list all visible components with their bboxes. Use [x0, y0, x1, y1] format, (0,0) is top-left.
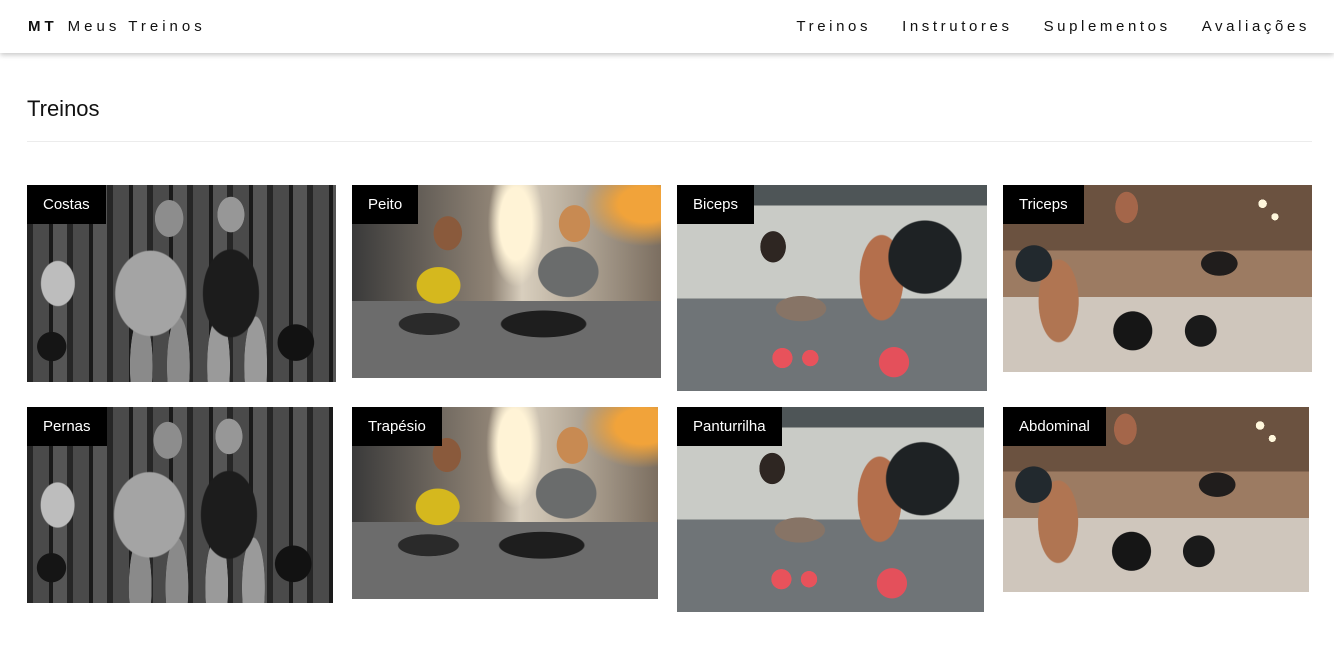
workout-card-trapesio[interactable]: Trapésio	[352, 407, 658, 599]
top-navbar: MT Meus Treinos Treinos Instrutores Supl…	[0, 0, 1334, 53]
nav-link-avaliacoes[interactable]: Avaliações	[1202, 18, 1310, 35]
card-label: Trapésio	[352, 407, 442, 446]
workout-card-panturrilha[interactable]: Panturrilha	[677, 407, 984, 612]
card-label: Biceps	[677, 185, 755, 224]
card-label: Triceps	[1003, 185, 1084, 224]
workout-card-abdominal[interactable]: Abdominal	[1003, 407, 1309, 592]
section-divider	[27, 141, 1312, 142]
workout-card-triceps[interactable]: Triceps	[1003, 185, 1312, 372]
section-title: Treinos	[27, 96, 100, 121]
nav-link-suplementos[interactable]: Suplementos	[1044, 18, 1171, 35]
nav-link-treinos[interactable]: Treinos	[796, 18, 871, 35]
brand-logo[interactable]: MT Meus Treinos	[28, 18, 206, 35]
card-label: Pernas	[27, 407, 107, 446]
card-label: Abdominal	[1003, 407, 1106, 446]
card-label: Peito	[352, 185, 419, 224]
card-label: Costas	[27, 185, 106, 224]
nav-link-instrutores[interactable]: Instrutores	[902, 18, 1012, 35]
main-nav: Treinos Instrutores Suplementos Avaliaçõ…	[765, 18, 1310, 35]
workout-card-peito[interactable]: Peito	[352, 185, 661, 378]
brand-abbreviation: MT	[28, 18, 58, 35]
workout-card-biceps[interactable]: Biceps	[677, 185, 987, 391]
brand-name: Meus Treinos	[67, 18, 206, 35]
card-label: Panturrilha	[677, 407, 782, 446]
workout-card-costas[interactable]: Costas	[27, 185, 336, 382]
workout-card-pernas[interactable]: Pernas	[27, 407, 333, 603]
